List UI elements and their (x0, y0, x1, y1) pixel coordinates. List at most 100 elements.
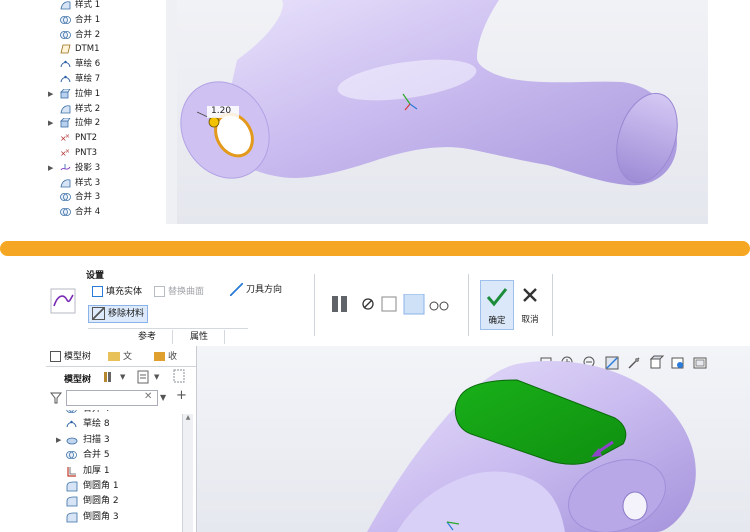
tool-direction-button[interactable]: 刀具方向 (230, 282, 282, 298)
model-tree-list: 合并 4 草绘 8 ▶ 扫描 3 合并 5 加厚 1 倒圆角 1 倒圆角 2 倒圆角 3 (46, 410, 180, 532)
fill-solid-icon (92, 286, 103, 297)
dimension-label[interactable]: 1.20 (211, 106, 231, 116)
tree-item-label: 投影 3 (75, 162, 101, 173)
expand-arrow-icon[interactable]: ▶ (48, 161, 56, 175)
tree-item-label: 样式 1 (75, 0, 101, 10)
pause-button[interactable] (330, 294, 350, 316)
verify-preview-button[interactable] (404, 294, 424, 316)
round-icon (66, 481, 78, 492)
round-icon (66, 512, 78, 523)
thicken-icon (66, 466, 78, 477)
group-title: 设置 (86, 271, 105, 281)
datum-plane-icon (60, 44, 71, 54)
ribbon-divider-3 (552, 274, 553, 336)
tree-item-label: 合并 2 (75, 29, 101, 40)
tab-reference[interactable]: 参考 (122, 330, 173, 344)
filter-tree-icon[interactable] (172, 368, 186, 384)
tree-item-label: 合并 1 (75, 14, 101, 25)
tree-item-label: 合并 4 (75, 207, 101, 218)
glasses-preview-button[interactable] (430, 294, 452, 316)
tree-item-label: 样式 3 (75, 177, 101, 188)
model-3d-handle-top (180, 0, 678, 186)
tree-item-label: 倒圆角 1 (83, 481, 119, 491)
tree-item-label: 样式 2 (75, 103, 101, 114)
tree-item-label: 倒圆角 3 (83, 511, 119, 522)
tree-scrollbar-bottom[interactable]: ▲ (182, 414, 193, 532)
cancel-label: 取消 (521, 315, 539, 325)
datum-point-icon: × × (60, 133, 71, 143)
model-tree-top: 样式 1 合并 1 合并 2 DTM1 草绘 6 草绘 7 ▶ 拉伸 1 样式 2 ▶ 拉伸 2 × ×… (42, 0, 167, 224)
tree-item-label: 合并 3 (75, 192, 101, 203)
tree-item-label: DTM1 (75, 44, 100, 55)
fill-solid-option[interactable]: 填充实体 (92, 284, 142, 300)
style-icon (60, 178, 71, 188)
filter-icon[interactable] (49, 392, 63, 404)
chevron-down-icon-2[interactable]: ▼ (154, 370, 162, 384)
extrude-icon (60, 88, 71, 99)
sketch-icon (60, 74, 71, 84)
tree-settings-icon[interactable] (102, 370, 116, 384)
tab-model-tree[interactable]: 模型树 (50, 348, 91, 366)
expand-arrow-icon[interactable]: ▶ (48, 116, 56, 130)
graphics-viewport-top[interactable]: 1.20 (177, 0, 708, 224)
tree-item-label: 加厚 1 (83, 465, 110, 476)
sweep-icon (66, 435, 78, 446)
close-icon (523, 288, 537, 302)
ribbon-divider (314, 274, 315, 336)
tab-folder-browser[interactable]: 文 (108, 348, 132, 366)
merge-icon (60, 207, 71, 217)
merge-icon (66, 410, 78, 415)
sketch-icon (66, 419, 78, 430)
clear-search-icon[interactable]: ✕ (144, 391, 152, 402)
replace-surface-option[interactable]: 替换曲面 (154, 284, 204, 300)
tree-item-label: 草绘 7 (75, 74, 101, 84)
svg-text:×: × (65, 148, 70, 155)
tree-item-label: 倒圆角 2 (83, 496, 119, 507)
tree-item-label: 草绘 8 (83, 419, 110, 430)
ok-button[interactable]: 确定 (480, 280, 514, 330)
tab-underline (46, 366, 196, 367)
model-3d-handle-bottom (367, 360, 696, 532)
no-preview-button[interactable] (362, 294, 376, 316)
project-icon (60, 163, 71, 173)
tree-header-label: 模型树 (64, 375, 92, 385)
cancel-button[interactable]: 取消 (514, 280, 546, 328)
tree-item-label: 合并 4 (83, 410, 110, 417)
style-icon (60, 104, 71, 114)
remove-material-button[interactable]: 移除材料 (88, 305, 149, 323)
sketch-icon (60, 59, 71, 69)
add-filter-icon[interactable]: + (176, 388, 187, 404)
round-icon (66, 496, 78, 507)
tree-item-label: PNT2 (75, 133, 98, 144)
expand-arrow-icon[interactable]: ▶ (56, 433, 61, 448)
extrude-icon (60, 117, 71, 128)
model-tree-tab-icon (50, 351, 61, 362)
expand-arrow-icon[interactable]: ▶ (48, 87, 56, 101)
replace-surface-icon (154, 286, 165, 297)
merge-icon (66, 450, 78, 461)
merge-icon (60, 192, 71, 202)
ribbon-divider-2 (468, 274, 469, 336)
chevron-down-icon-3[interactable]: ▼ (160, 390, 170, 406)
tree-item-label: 扫描 3 (83, 434, 110, 445)
tab-properties[interactable]: 属性 (174, 330, 225, 344)
datum-point-icon: × × (60, 148, 71, 158)
chevron-down-icon[interactable]: ▼ (120, 370, 128, 384)
tab-favorites[interactable]: 收 (154, 348, 177, 366)
navigator-pane: 模型树 文 收 模型树 ▼ ▼ ✕ ▼ + 合并 4 草绘 8 ▶ 扫描 3 合并 5 加… (46, 346, 197, 532)
show-menu-icon[interactable] (136, 370, 150, 384)
attached-preview-button[interactable] (382, 294, 398, 316)
merge-icon (60, 30, 71, 40)
separator-bar (0, 241, 750, 256)
ok-label: 确定 (488, 316, 506, 326)
tree-item-label: 合并 5 (83, 450, 110, 461)
scroll-up-icon[interactable]: ▲ (183, 414, 193, 421)
style-icon (60, 0, 71, 10)
tree-item-label: 拉伸 2 (75, 118, 101, 129)
feature-ribbon: 设置 填充实体 替换曲面 刀具方向 移除材料 参考 属性 确定 取消 (46, 268, 750, 347)
svg-text:×: × (65, 133, 70, 140)
merge-icon (60, 15, 71, 25)
checkmark-icon (486, 288, 508, 307)
favorites-icon (154, 352, 165, 361)
graphics-viewport-bottom[interactable] (197, 346, 750, 532)
